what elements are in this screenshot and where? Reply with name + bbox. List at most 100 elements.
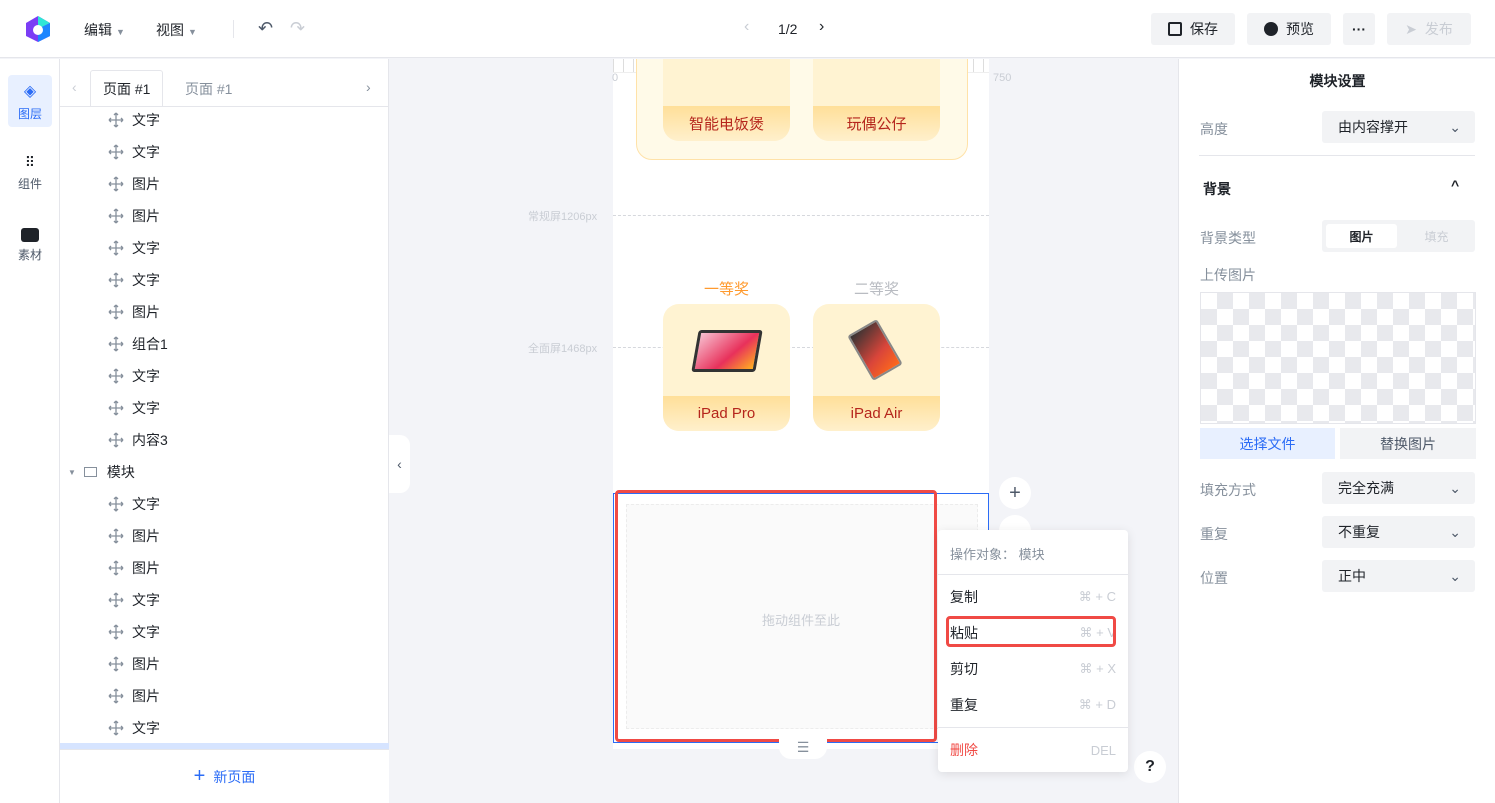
prize-card[interactable]: 玩偶公仔: [813, 59, 940, 141]
rail-item-assets[interactable]: 素材: [8, 219, 52, 271]
layer-item[interactable]: 图片: [60, 648, 389, 680]
chevron-down-icon: ⌄: [1449, 523, 1461, 540]
move-icon: [108, 208, 124, 224]
drag-handle-icon[interactable]: ☰: [779, 735, 827, 759]
guide-label: 常规屏1206px: [528, 211, 598, 223]
layer-item[interactable]: 图片: [60, 168, 389, 200]
layer-item[interactable]: 图片: [60, 200, 389, 232]
layer-label: 内容3: [132, 432, 168, 448]
replace-image-button[interactable]: 替换图片: [1340, 428, 1476, 459]
tabs-prev-icon[interactable]: ‹: [72, 79, 77, 95]
layer-item[interactable]: 文字: [60, 488, 389, 520]
layers-icon: ◈: [23, 82, 37, 100]
publish-button[interactable]: ➤ 发布: [1387, 13, 1471, 45]
move-icon: [108, 272, 124, 288]
settings-panel: 模块设置 高度 由内容撑开 ⌄ 背景 ^ 背景类型 图片 填充 上传图片 选择文件…: [1178, 59, 1495, 803]
choose-file-button[interactable]: 选择文件: [1200, 428, 1335, 459]
divider: [1199, 155, 1475, 156]
menu-item[interactable]: 剪切 ⌘ + X: [938, 651, 1128, 687]
ruler-label: 0: [612, 72, 619, 84]
menu-edit[interactable]: 编辑 ▼: [84, 20, 125, 40]
layer-item[interactable]: 文字: [60, 584, 389, 616]
move-icon: [108, 368, 124, 384]
move-icon: [108, 688, 124, 704]
rail-item-components[interactable]: ⠿ 组件: [8, 147, 52, 199]
image-preview[interactable]: [1200, 292, 1476, 424]
menu-item-delete[interactable]: 删除 DEL: [938, 732, 1128, 768]
setting-select[interactable]: 不重复 ⌄: [1322, 516, 1475, 548]
layer-item[interactable]: 文字: [60, 136, 389, 168]
guide-line: [613, 215, 989, 216]
redo-icon[interactable]: ↷: [290, 18, 305, 39]
bg-type-toggle: 图片 填充: [1322, 220, 1475, 252]
setting-select[interactable]: 完全充满 ⌄: [1322, 472, 1475, 504]
top-bar: 编辑 ▼ 视图 ▼ ↶ ↷ ‹ 1/2 › 保存 预览 ··· ➤ 发布: [0, 0, 1495, 58]
layer-item[interactable]: 图片: [60, 552, 389, 584]
rail-item-layers[interactable]: ◈ 图层: [8, 75, 52, 127]
layer-item[interactable]: 文字: [60, 712, 389, 744]
layer-item[interactable]: 图片: [60, 520, 389, 552]
more-button[interactable]: ···: [1343, 13, 1375, 45]
bg-type-image[interactable]: 图片: [1326, 224, 1397, 248]
layer-item[interactable]: 内容3: [60, 424, 389, 456]
prize-title: 二等奖: [853, 281, 899, 298]
highlight-box: [946, 616, 1116, 647]
move-icon: [108, 624, 124, 640]
plus-icon: +: [193, 765, 206, 787]
layer-item[interactable]: 文字: [60, 104, 389, 136]
help-button[interactable]: ?: [1134, 751, 1166, 783]
setting-select[interactable]: 正中 ⌄: [1322, 560, 1475, 592]
menu-item[interactable]: 重复 ⌘ + D: [938, 687, 1128, 723]
tabs-next-icon[interactable]: ›: [366, 79, 371, 95]
prize-card[interactable]: iPad Air: [813, 304, 940, 431]
upload-label: 上传图片: [1200, 267, 1256, 283]
page-indicator: 1/2: [778, 21, 798, 37]
layer-item[interactable]: 图片: [60, 680, 389, 712]
chevron-up-icon[interactable]: ^: [1451, 177, 1459, 193]
prize-name: 玩偶公仔: [813, 106, 940, 141]
collapse-panel-icon[interactable]: ‹: [389, 435, 410, 493]
layer-label: 图片: [132, 208, 160, 224]
ruler-label: 750: [993, 72, 1012, 84]
tab-page-2[interactable]: 页面 #1: [173, 70, 244, 107]
prize-name: iPad Pro: [663, 396, 790, 431]
menu-item[interactable]: 复制 ⌘ + C: [938, 579, 1128, 615]
prize-card[interactable]: iPad Pro: [663, 304, 790, 431]
save-icon: [1168, 22, 1182, 36]
layer-item[interactable]: 组合1: [60, 328, 389, 360]
layer-label: 图片: [132, 656, 160, 672]
next-page-icon[interactable]: ›: [819, 18, 824, 36]
bg-type-fill[interactable]: 填充: [1401, 224, 1472, 248]
height-select[interactable]: 由内容撑开 ⌄: [1322, 111, 1475, 143]
ipad-air-image: [847, 318, 903, 382]
move-icon: [108, 528, 124, 544]
save-button[interactable]: 保存: [1151, 13, 1235, 45]
divider: [938, 574, 1128, 575]
layers-panel: ‹ 页面 #1 页面 #1 › 文字 文字 图片 图片 文字 文字 图片 组合1 文字 文字 内容3…: [60, 59, 389, 803]
new-page-button[interactable]: + 新页面: [60, 749, 389, 803]
layer-item[interactable]: 图片: [60, 296, 389, 328]
layer-label: 文字: [132, 368, 160, 384]
move-icon: [108, 560, 124, 576]
guide-label: 全面屏1468px: [528, 343, 598, 355]
prev-page-icon[interactable]: ‹: [744, 18, 749, 36]
chevron-down-icon: ⌄: [1449, 118, 1461, 135]
undo-icon[interactable]: ↶: [258, 18, 273, 39]
move-icon: [108, 496, 124, 512]
layer-group[interactable]: ▼ 模块: [60, 456, 389, 488]
layer-item[interactable]: 文字: [60, 264, 389, 296]
tab-page-1[interactable]: 页面 #1: [90, 70, 164, 107]
layer-label: 文字: [132, 240, 160, 256]
layer-item[interactable]: 文字: [60, 232, 389, 264]
divider: [938, 727, 1128, 728]
module-icon: [83, 467, 97, 477]
add-module-button[interactable]: +: [999, 477, 1031, 509]
menu-view[interactable]: 视图 ▼: [156, 20, 197, 40]
context-menu: 操作对象： 模块 复制 ⌘ + C 粘贴 ⌘ + V 剪切 ⌘ + X 重复 ⌘ + D 删除…: [938, 530, 1128, 772]
prize-card[interactable]: 智能电饭煲: [663, 59, 790, 141]
preview-button[interactable]: 预览: [1247, 13, 1331, 45]
chevron-down-icon: ⌄: [1449, 479, 1461, 496]
layer-item[interactable]: 文字: [60, 392, 389, 424]
layer-item[interactable]: 文字: [60, 360, 389, 392]
layer-item[interactable]: 文字: [60, 616, 389, 648]
